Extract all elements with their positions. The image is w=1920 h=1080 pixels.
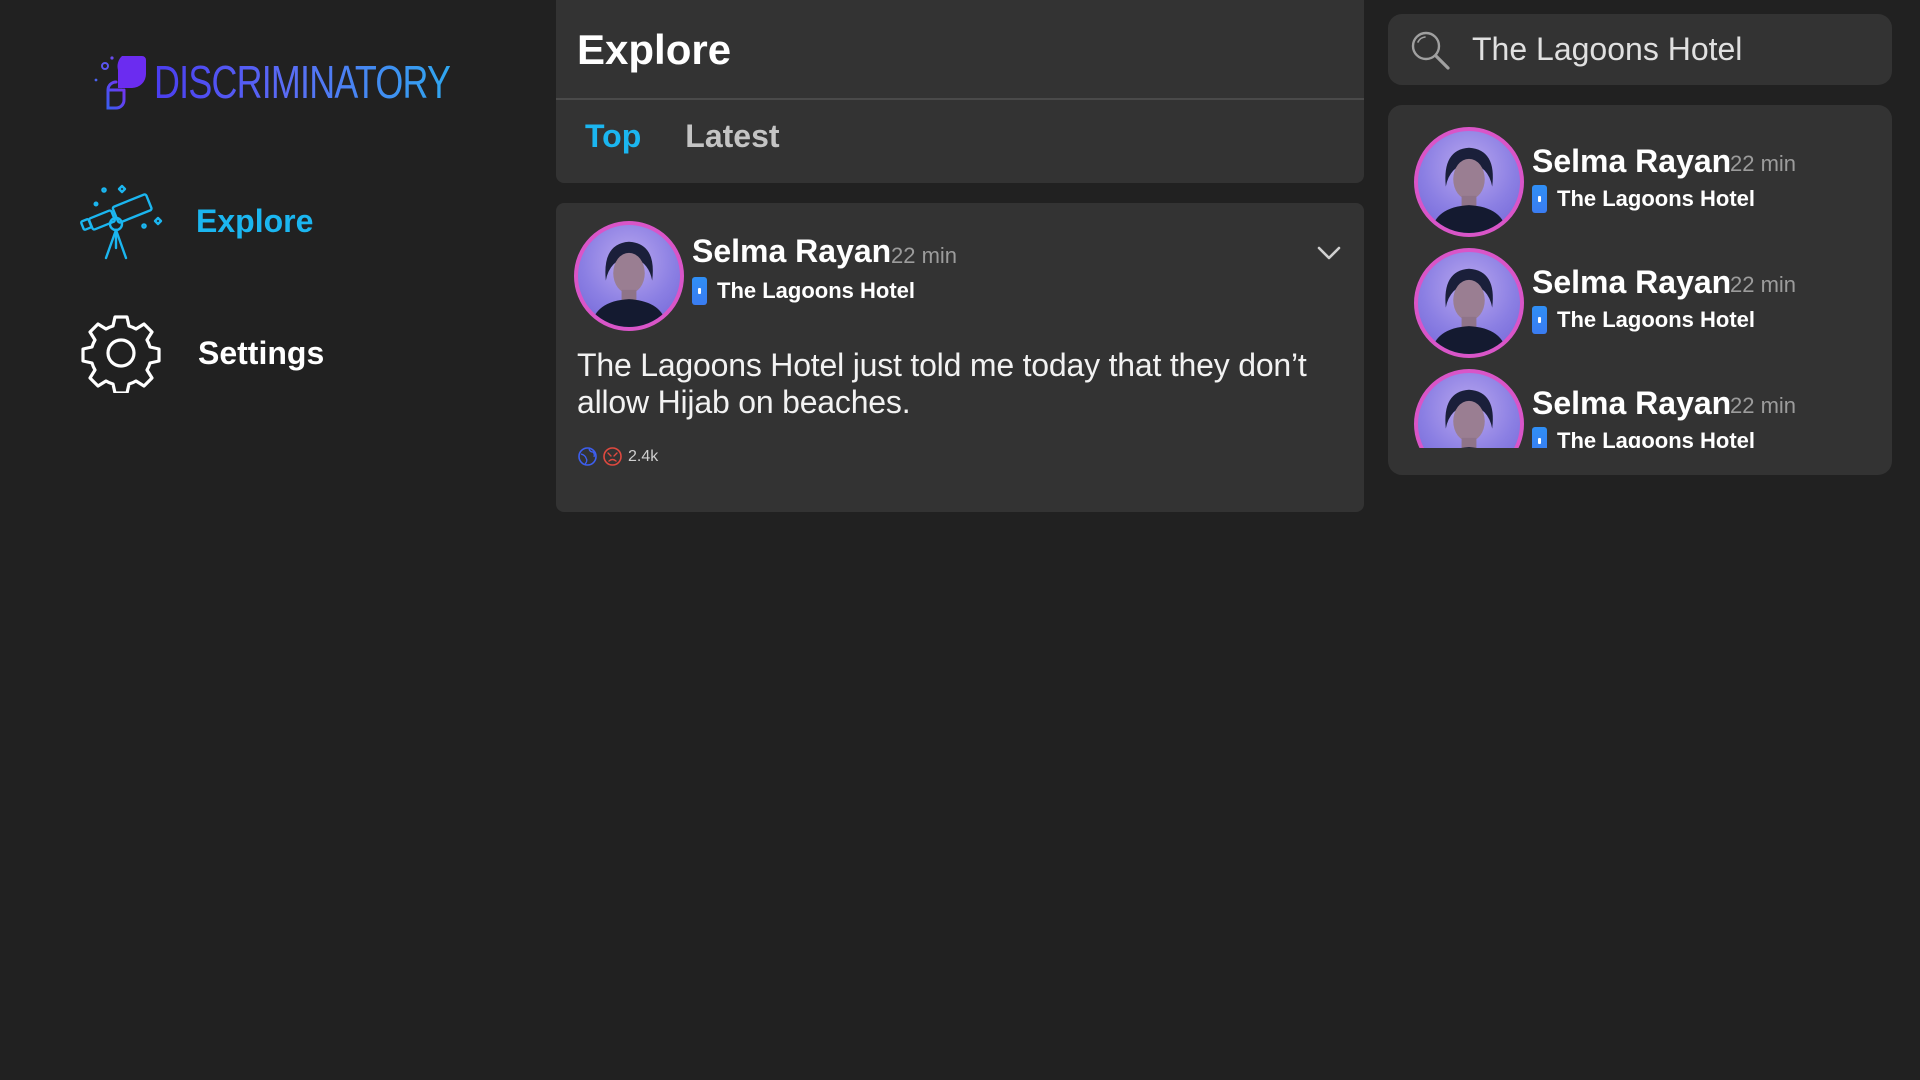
phone-icon <box>1532 185 1547 213</box>
gear-icon <box>78 310 164 396</box>
result-place-label: The Lagoons Hotel <box>1557 186 1755 211</box>
result-place-label: The Lagoons Hotel <box>1557 307 1755 332</box>
result-author: Selma Rayan <box>1532 385 1732 421</box>
result-author: Selma Rayan <box>1532 264 1732 300</box>
logo-wordmark: DISCRIMINATORY <box>154 56 451 108</box>
result-time: 22 min <box>1730 151 1797 176</box>
phone-icon <box>1532 427 1547 448</box>
sidebar-item-label: Explore <box>196 202 314 239</box>
results-list: Selma Rayan 22 min The Lagoons Hotel Sel… <box>1388 105 1892 448</box>
app-logo[interactable]: DISCRIMINATORY <box>88 52 534 112</box>
result-time: 22 min <box>1730 393 1797 418</box>
avatar <box>1414 248 1524 358</box>
result-item[interactable]: Selma Rayan 22 min The Lagoons Hotel <box>1414 347 1874 448</box>
telescope-icon <box>78 178 164 264</box>
post-author[interactable]: Selma Rayan <box>692 233 891 270</box>
result-author: Selma Rayan <box>1532 143 1732 179</box>
chevron-down-icon[interactable] <box>1316 243 1342 263</box>
post-card: Selma Rayan 22 min The Lagoons Hotel The… <box>556 203 1364 512</box>
post-text: The Lagoons Hotel just told me today tha… <box>577 347 1307 420</box>
result-place-tag: The Lagoons Hotel <box>1532 306 1755 334</box>
person-icon <box>590 241 668 327</box>
post-time: 22 min <box>891 243 958 268</box>
sidebar-item-settings[interactable]: Settings <box>78 310 324 396</box>
avatar <box>1414 127 1524 237</box>
reactions[interactable]: 2.4k <box>577 446 658 467</box>
globe-reaction-icon <box>578 447 597 466</box>
tab-top[interactable]: Top <box>585 118 641 155</box>
phone-icon <box>1532 306 1547 334</box>
reaction-count: 2.4k <box>628 447 659 465</box>
feed-tabs: Top Latest <box>585 118 780 155</box>
post-place-label: The Lagoons Hotel <box>717 278 915 303</box>
avatar <box>1414 369 1524 448</box>
search-icon[interactable] <box>1408 28 1452 72</box>
page-title: Explore <box>577 26 732 73</box>
person-icon <box>1445 389 1493 448</box>
result-place-tag: The Lagoons Hotel <box>1532 185 1755 213</box>
sidebar: DISCRIMINATORY Explore Settings <box>0 0 555 1080</box>
result-place-tag: The Lagoons Hotel <box>1532 427 1755 448</box>
search-box <box>1388 14 1892 85</box>
search-results: Selma Rayan 22 min The Lagoons Hotel Sel… <box>1388 105 1892 475</box>
header-divider <box>556 98 1364 100</box>
result-time: 22 min <box>1730 272 1797 297</box>
person-icon <box>1430 268 1508 354</box>
person-icon <box>1430 147 1508 233</box>
avatar[interactable] <box>574 221 684 331</box>
result-place-label: The Lagoons Hotel <box>1557 428 1755 448</box>
tab-latest[interactable]: Latest <box>685 118 779 155</box>
phone-icon <box>692 277 707 305</box>
result-item[interactable]: Selma Rayan 22 min The Lagoons Hotel <box>1414 226 1874 358</box>
result-item[interactable]: Selma Rayan 22 min The Lagoons Hotel <box>1414 105 1874 237</box>
search-input[interactable] <box>1472 26 1872 72</box>
sidebar-item-explore[interactable]: Explore <box>78 178 313 264</box>
feed-header: Explore Top Latest <box>556 0 1364 183</box>
leaf-logo-icon <box>94 56 146 110</box>
sidebar-item-label: Settings <box>198 334 325 371</box>
post-place-tag[interactable]: The Lagoons Hotel <box>692 277 915 305</box>
alert-reaction-icon <box>603 447 622 466</box>
